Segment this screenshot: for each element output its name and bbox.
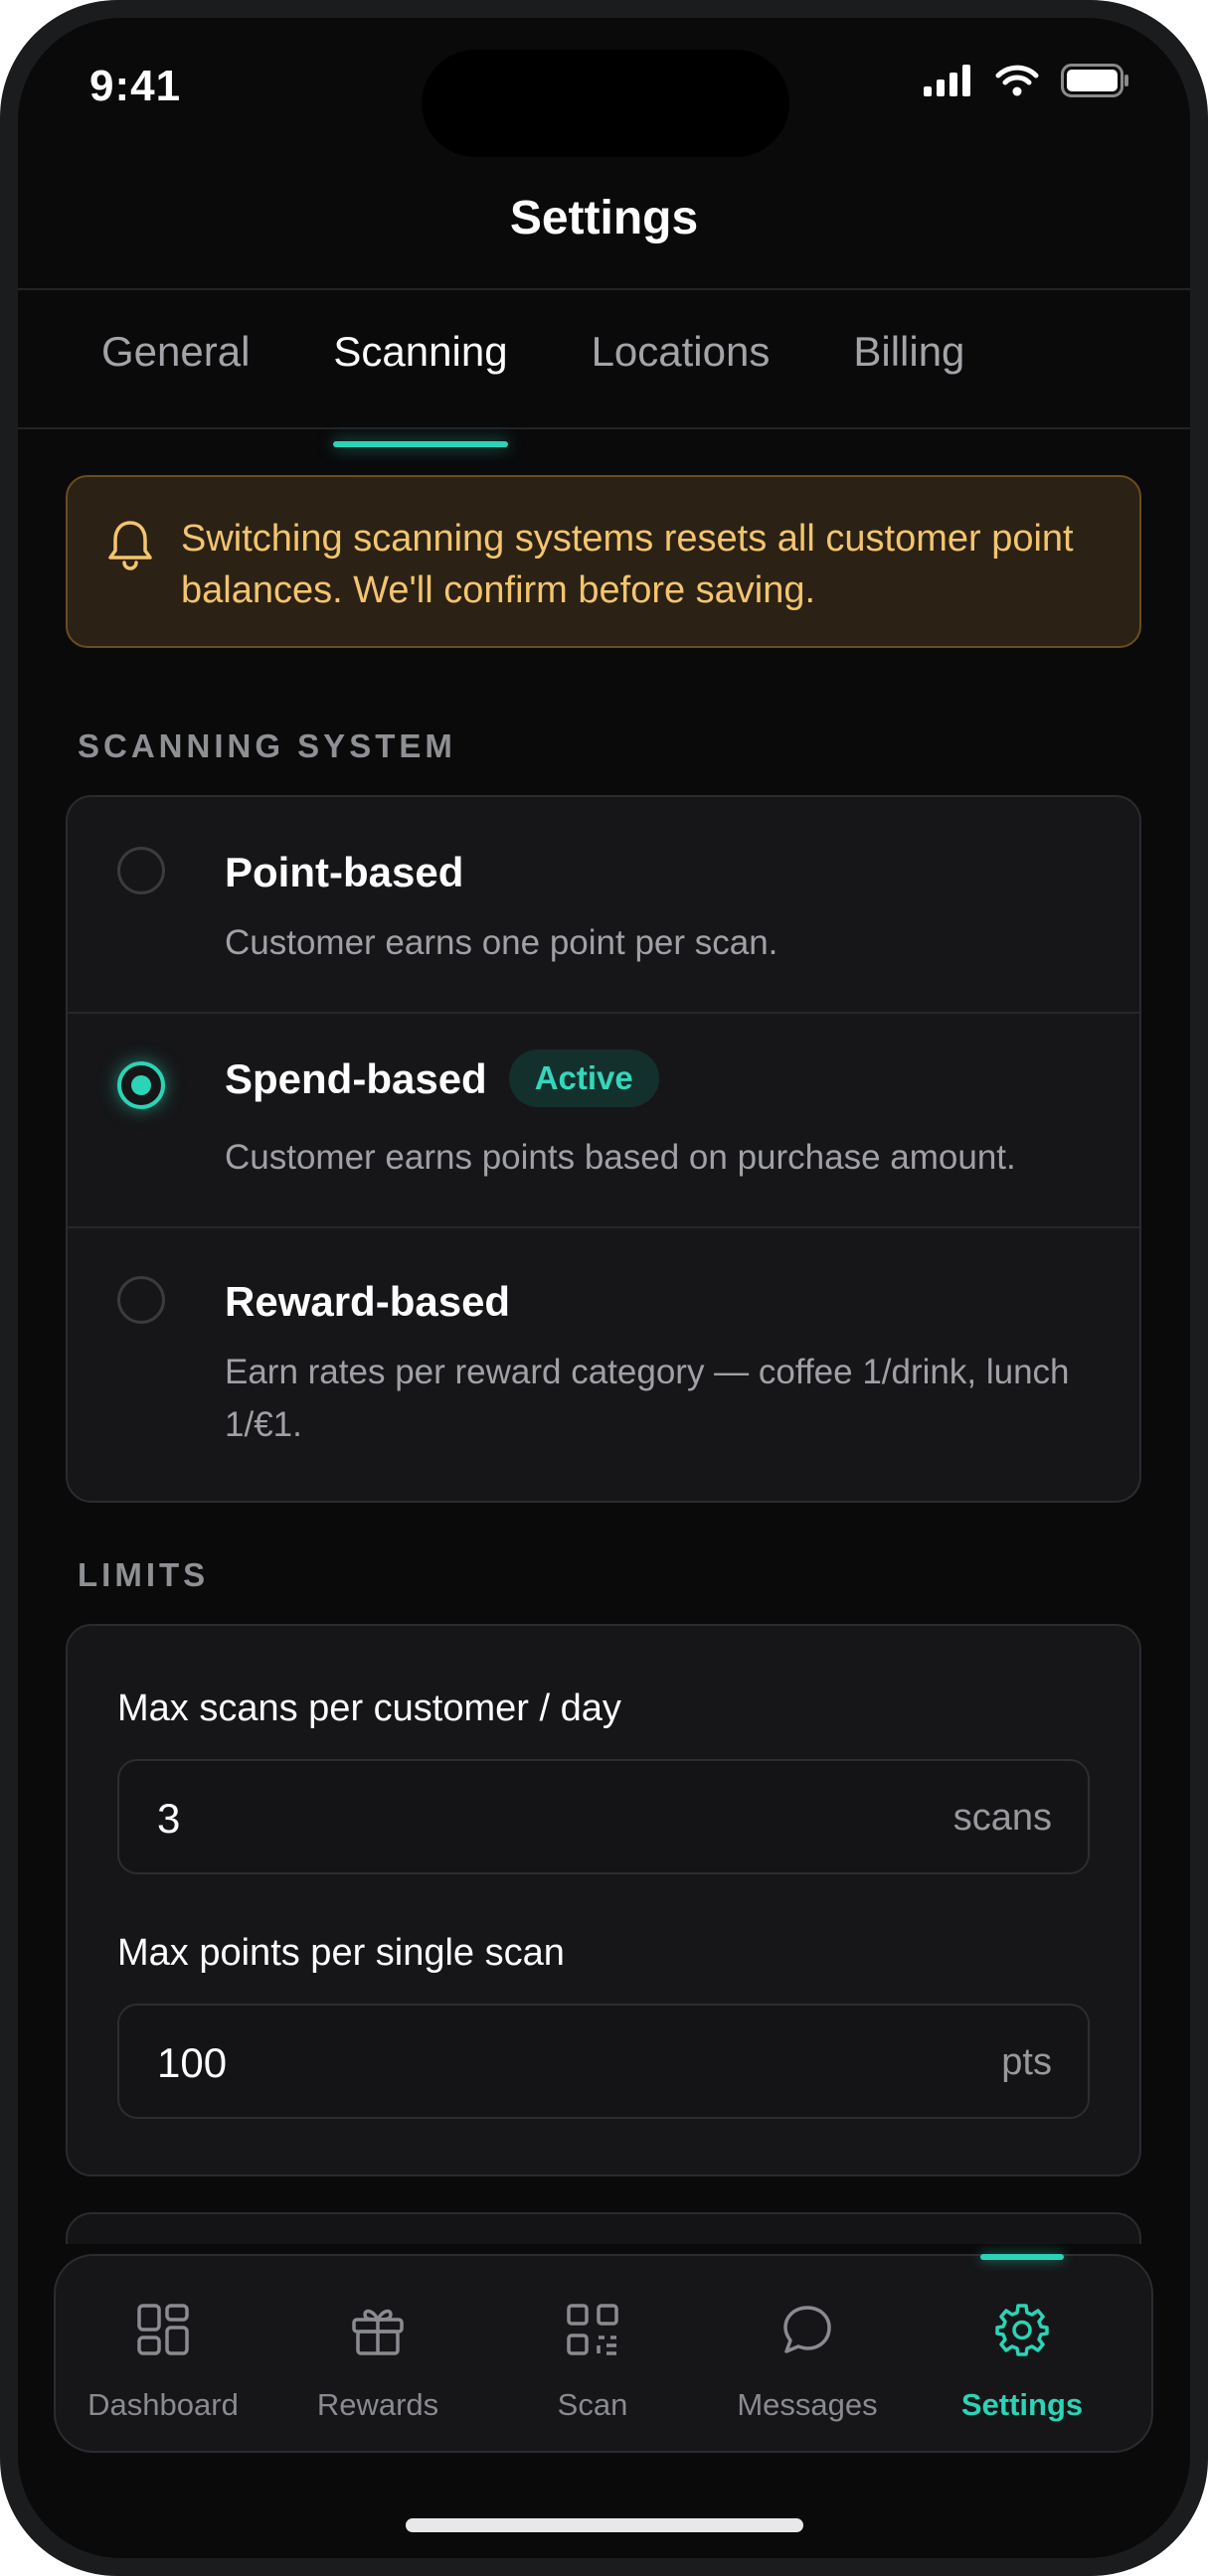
page-title: Settings bbox=[509, 192, 699, 244]
gear-icon bbox=[995, 2304, 1049, 2356]
nav-label: Rewards bbox=[316, 2387, 439, 2422]
status-icons bbox=[924, 64, 1130, 97]
nav-dashboard[interactable]: Dashboard bbox=[56, 2256, 270, 2455]
max-scans-input[interactable]: 3 scans bbox=[117, 1759, 1090, 1874]
nav-label: Scan bbox=[557, 2387, 628, 2422]
dynamic-island bbox=[422, 50, 789, 157]
chat-bubble-icon bbox=[783, 2306, 831, 2353]
nav-settings[interactable]: Settings bbox=[915, 2254, 1129, 2455]
warning-text: Switching scanning systems resets all cu… bbox=[181, 518, 1074, 611]
max-points-input[interactable]: 100 pts bbox=[117, 2004, 1090, 2119]
settings-tabs: General Scanning Locations Billing bbox=[101, 328, 1048, 447]
nav-messages[interactable]: Messages bbox=[700, 2256, 915, 2455]
radio-spend-based[interactable] bbox=[117, 1061, 165, 1109]
option-title-row: Spend-based Active bbox=[225, 1049, 659, 1111]
active-nav-indicator bbox=[980, 2254, 1064, 2260]
tabs-divider bbox=[18, 427, 1190, 429]
option-title: Point-based bbox=[225, 849, 464, 895]
nav-rewards[interactable]: Rewards bbox=[270, 2256, 485, 2455]
bottom-nav: Dashboard Rewards Scan Messages Settings bbox=[54, 2254, 1153, 2453]
dashboard-icon bbox=[137, 2304, 189, 2355]
status-time: 9:41 bbox=[89, 62, 182, 110]
option-spend-based[interactable]: Spend-based Active Customer earns points … bbox=[68, 1014, 1139, 1226]
header-divider bbox=[18, 288, 1190, 290]
max-scans-value: 3 bbox=[157, 1795, 181, 1842]
limits-card: Max scans per customer / day 3 scans Max… bbox=[66, 1624, 1141, 2176]
nav-scan[interactable]: Scan bbox=[485, 2256, 700, 2455]
section-label-scanning-system: SCANNING SYSTEM bbox=[78, 727, 456, 764]
tab-locations[interactable]: Locations bbox=[592, 328, 771, 376]
option-point-based[interactable]: Point-based Customer earns one point per… bbox=[68, 797, 1139, 1012]
tab-billing[interactable]: Billing bbox=[853, 328, 964, 376]
radio-point-based[interactable] bbox=[117, 847, 165, 894]
option-description: Customer earns points based on purchase … bbox=[225, 1138, 1016, 1177]
section-label-limits: LIMITS bbox=[78, 1556, 210, 1593]
nav-label: Messages bbox=[737, 2387, 878, 2422]
qr-code-icon bbox=[567, 2304, 618, 2355]
option-description: Earn rates per reward category — coffee … bbox=[225, 1353, 1070, 1444]
nav-label: Dashboard bbox=[87, 2387, 239, 2422]
nav-label: Settings bbox=[960, 2387, 1084, 2422]
screen: 9:41 Settings General Scanning Locations… bbox=[18, 18, 1190, 2558]
max-points-label: Max points per single scan bbox=[117, 1932, 565, 1974]
option-title: Reward-based bbox=[225, 1278, 511, 1325]
battery-icon bbox=[1061, 64, 1128, 97]
max-points-unit: pts bbox=[1001, 2041, 1052, 2083]
option-reward-based[interactable]: Reward-based Earn rates per reward categ… bbox=[68, 1228, 1139, 1501]
tab-scanning[interactable]: Scanning bbox=[333, 328, 508, 447]
warning-banner: Switching scanning systems resets all cu… bbox=[66, 475, 1141, 648]
max-scans-label: Max scans per customer / day bbox=[117, 1688, 621, 1729]
max-points-value: 100 bbox=[157, 2039, 228, 2086]
wifi-icon bbox=[995, 65, 1039, 96]
tab-general[interactable]: General bbox=[101, 328, 250, 376]
gift-icon bbox=[352, 2309, 404, 2355]
scanning-system-card: Point-based Customer earns one point per… bbox=[66, 795, 1141, 1503]
option-title: Spend-based bbox=[225, 1055, 487, 1103]
bell-icon bbox=[107, 519, 153, 575]
active-badge: Active bbox=[508, 1049, 659, 1107]
option-description: Customer earns one point per scan. bbox=[225, 923, 778, 962]
phone-frame: 9:41 Settings General Scanning Locations… bbox=[0, 0, 1208, 2576]
cellular-signal-icon bbox=[924, 65, 970, 96]
max-scans-unit: scans bbox=[952, 1797, 1052, 1839]
radio-reward-based[interactable] bbox=[117, 1276, 165, 1324]
home-indicator bbox=[406, 2518, 803, 2532]
